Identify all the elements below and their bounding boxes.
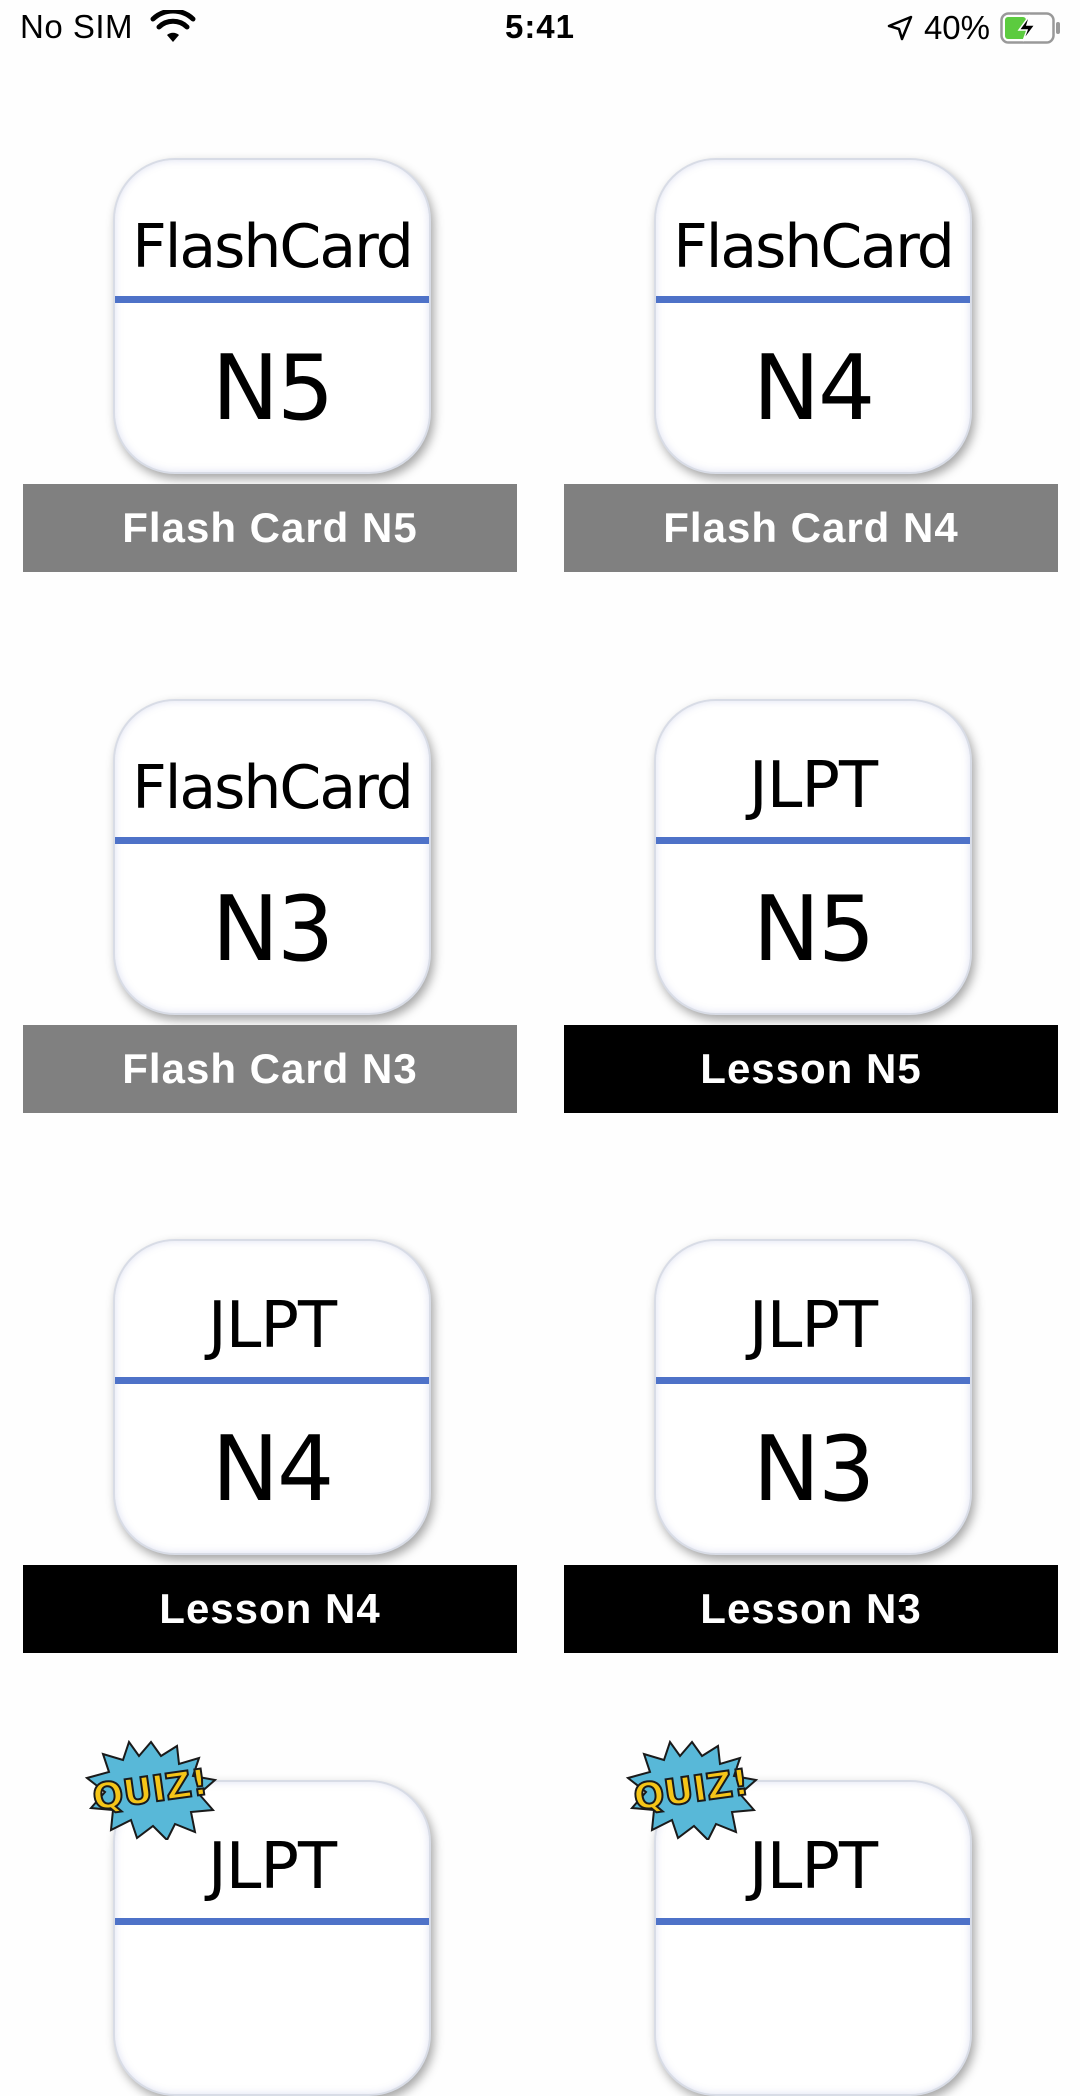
icon-divider [115, 296, 429, 303]
icon-top-label: JLPT [207, 1289, 337, 1363]
flashcard-n5-icon[interactable]: FlashCard N5 [113, 158, 431, 474]
icon-divider [656, 837, 970, 844]
icon-top-label: JLPT [748, 1289, 878, 1363]
icon-divider [656, 1377, 970, 1384]
flashcard-n4-icon[interactable]: FlashCard N4 [654, 158, 972, 474]
flashcard-n3-button[interactable]: Flash Card N3 [23, 1025, 517, 1113]
lesson-n5-icon[interactable]: JLPT N5 [654, 699, 972, 1015]
icon-bottom-label: N4 [211, 1416, 335, 1522]
icon-top-label: FlashCard [132, 212, 414, 282]
icon-divider [115, 1377, 429, 1384]
icon-top-label: FlashCard [132, 753, 414, 823]
flashcard-n4-button[interactable]: Flash Card N4 [564, 484, 1058, 572]
icon-bottom-label: N3 [211, 876, 335, 982]
icon-top-label: FlashCard [673, 212, 955, 282]
quiz-badge-icon: QUIZ! [625, 1740, 759, 1840]
icon-bottom-label: N4 [752, 335, 876, 441]
menu-grid: FlashCard N5 Flash Card N5 FlashCard N4 … [0, 0, 1080, 2096]
icon-divider [115, 837, 429, 844]
lesson-n4-button[interactable]: Lesson N4 [23, 1565, 517, 1653]
icon-bottom-label: N5 [211, 335, 335, 441]
icon-top-label: JLPT [748, 749, 878, 823]
quiz-badge-icon: QUIZ! [84, 1740, 218, 1840]
lesson-n3-icon[interactable]: JLPT N3 [654, 1239, 972, 1555]
lesson-n5-button[interactable]: Lesson N5 [564, 1025, 1058, 1113]
icon-bottom-label: N3 [752, 1416, 876, 1522]
flashcard-n5-button[interactable]: Flash Card N5 [23, 484, 517, 572]
icon-divider [115, 1918, 429, 1925]
icon-divider [656, 1918, 970, 1925]
lesson-n3-button[interactable]: Lesson N3 [564, 1565, 1058, 1653]
lesson-n4-icon[interactable]: JLPT N4 [113, 1239, 431, 1555]
flashcard-n3-icon[interactable]: FlashCard N3 [113, 699, 431, 1015]
icon-divider [656, 296, 970, 303]
icon-bottom-label: N5 [752, 876, 876, 982]
